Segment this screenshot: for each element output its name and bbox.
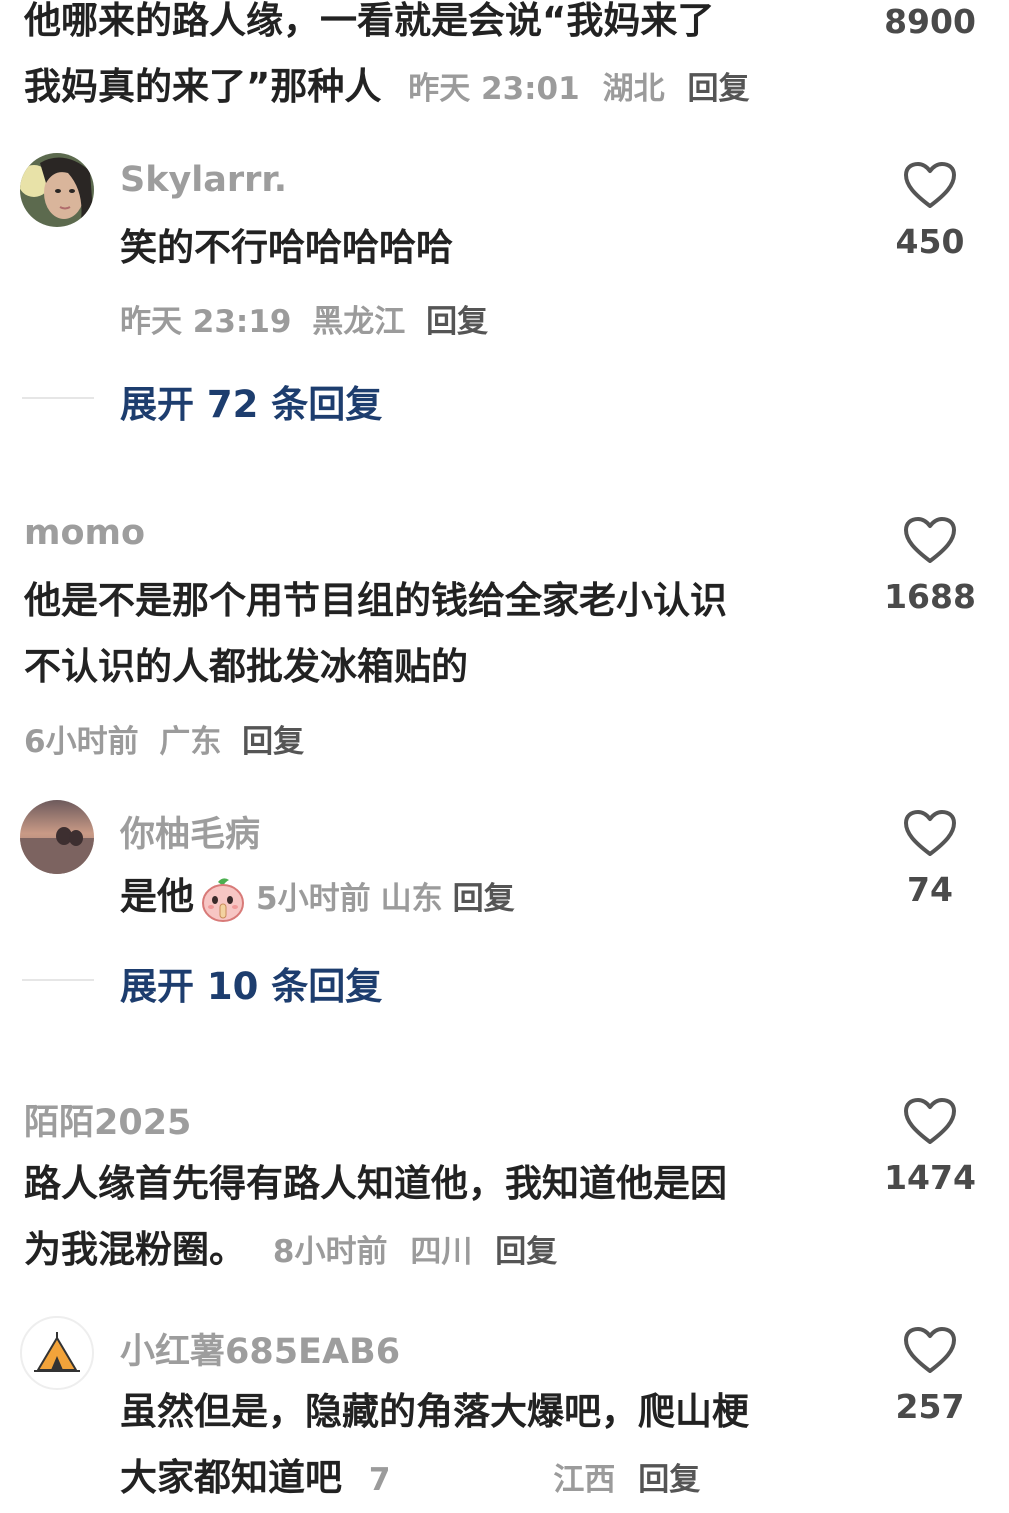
comment-6-reply-button[interactable]: 回复: [638, 1462, 700, 1498]
comment-6-like-count: 257: [895, 1387, 965, 1426]
comment-1-text-line-2-content: 我妈真的来了”那种人: [24, 65, 382, 108]
comment-2-like-count: 450: [895, 222, 965, 261]
comment-3-meta: 6小时前 广东 回复: [24, 716, 304, 761]
heart-outline-icon: [904, 810, 956, 856]
comment-4-text: 是他: [120, 875, 194, 918]
expand-divider: [22, 979, 94, 981]
comment-1-time: 昨天 23:01: [408, 71, 580, 107]
heart-outline-icon: [904, 1098, 956, 1144]
comment-1-location: 湖北: [602, 71, 665, 107]
avatar-youbing-image: [20, 800, 94, 874]
tent-avatar-icon: [34, 1332, 80, 1372]
comment-2-location: 黑龙江: [312, 304, 406, 340]
comment-5-username[interactable]: 陌陌2025: [24, 1094, 191, 1145]
comment-5-time: 8小时前: [272, 1234, 388, 1270]
heart-outline-icon: [904, 1327, 956, 1373]
comment-4-username[interactable]: 你柚毛病: [120, 806, 260, 857]
comment-3-like-count: 1688: [884, 577, 976, 616]
comment-2-like-button[interactable]: 450: [850, 160, 1009, 261]
avatar[interactable]: [20, 1316, 94, 1390]
expand-replies-button-1[interactable]: 展开 72 条回复: [120, 374, 382, 428]
comment-3-reply-button[interactable]: 回复: [242, 724, 304, 760]
comment-4-reply-button[interactable]: 回复: [453, 881, 515, 917]
avatar-skylarrr-image: [20, 153, 94, 227]
heart-outline-icon: [904, 162, 956, 208]
comment-1-reply-button[interactable]: 回复: [687, 71, 749, 107]
heart-outline-icon: [904, 517, 956, 563]
comment-1-like-count: 8900: [884, 2, 976, 41]
comment-4-location: 山东: [380, 881, 443, 917]
comment-1-text-line-1: 他哪来的路人缘，一看就是会说“我妈来了: [24, 0, 715, 42]
comment-6-text-line-2: 大家都知道吧 7 江西 回复: [120, 1445, 700, 1513]
comment-4-like-count: 74: [907, 870, 953, 909]
comment-5-text-line-2-content: 为我混粉圈。: [24, 1228, 246, 1271]
comment-3-time: 6小时前: [24, 724, 139, 760]
comment-5-location: 四川: [410, 1234, 473, 1270]
comment-3-location: 广东: [159, 724, 222, 760]
comment-5-text-line-1: 路人缘首先得有路人知道他，我知道他是因: [24, 1162, 727, 1205]
expand-replies-button-2[interactable]: 展开 10 条回复: [120, 956, 382, 1010]
comment-5-like-button[interactable]: 1474: [850, 1096, 1009, 1197]
comment-3-text-line-1: 他是不是那个用节目组的钱给全家老小认识: [24, 579, 727, 622]
comment-1-text-line-2: 我妈真的来了”那种人 昨天 23:01 湖北 回复: [24, 54, 749, 122]
comment-5-text-line-2: 为我混粉圈。 8小时前 四川 回复: [24, 1217, 557, 1285]
comment-4-line: 是他 5小时前 山东 回复: [120, 864, 515, 932]
comment-2-reply-button[interactable]: 回复: [426, 304, 488, 340]
comment-6-text-line-2-content: 大家都知道吧: [120, 1456, 342, 1499]
comment-4-time: 5小时前: [256, 881, 371, 917]
comment-1: 他哪来的路人缘，一看就是会说“我妈来了 我妈真的来了”那种人 昨天 23:01 …: [0, 0, 1009, 120]
comment-3-username[interactable]: momo: [24, 513, 145, 553]
comment-3-text-line-2: 不认识的人都批发冰箱贴的: [24, 645, 468, 688]
comment-2-time: 昨天 23:19: [120, 304, 292, 340]
expand-divider: [22, 397, 94, 399]
comment-6-username[interactable]: 小红薯685EAB6: [120, 1323, 400, 1374]
comment-4-like-button[interactable]: 74: [850, 808, 1009, 909]
comment-2-meta: 昨天 23:19 黑龙江 回复: [120, 296, 488, 341]
comment-6-text-line-1: 虽然但是，隐藏的角落大爆吧，爬山梗: [120, 1390, 749, 1433]
comment-2-text: 笑的不行哈哈哈哈哈: [120, 226, 453, 269]
peach-shush-emoji-icon: [198, 874, 248, 924]
avatar[interactable]: [20, 800, 94, 874]
comment-5-reply-button[interactable]: 回复: [495, 1234, 557, 1270]
comment-6-location: 江西: [553, 1462, 616, 1498]
comment-6-time: 7: [368, 1462, 391, 1498]
avatar[interactable]: [20, 153, 94, 227]
comment-2-username[interactable]: Skylarrr.: [120, 160, 287, 200]
comment-6-like-button[interactable]: 257: [850, 1325, 1009, 1426]
comment-5-like-count: 1474: [884, 1158, 976, 1197]
comment-3-like-button[interactable]: 1688: [850, 515, 1009, 616]
